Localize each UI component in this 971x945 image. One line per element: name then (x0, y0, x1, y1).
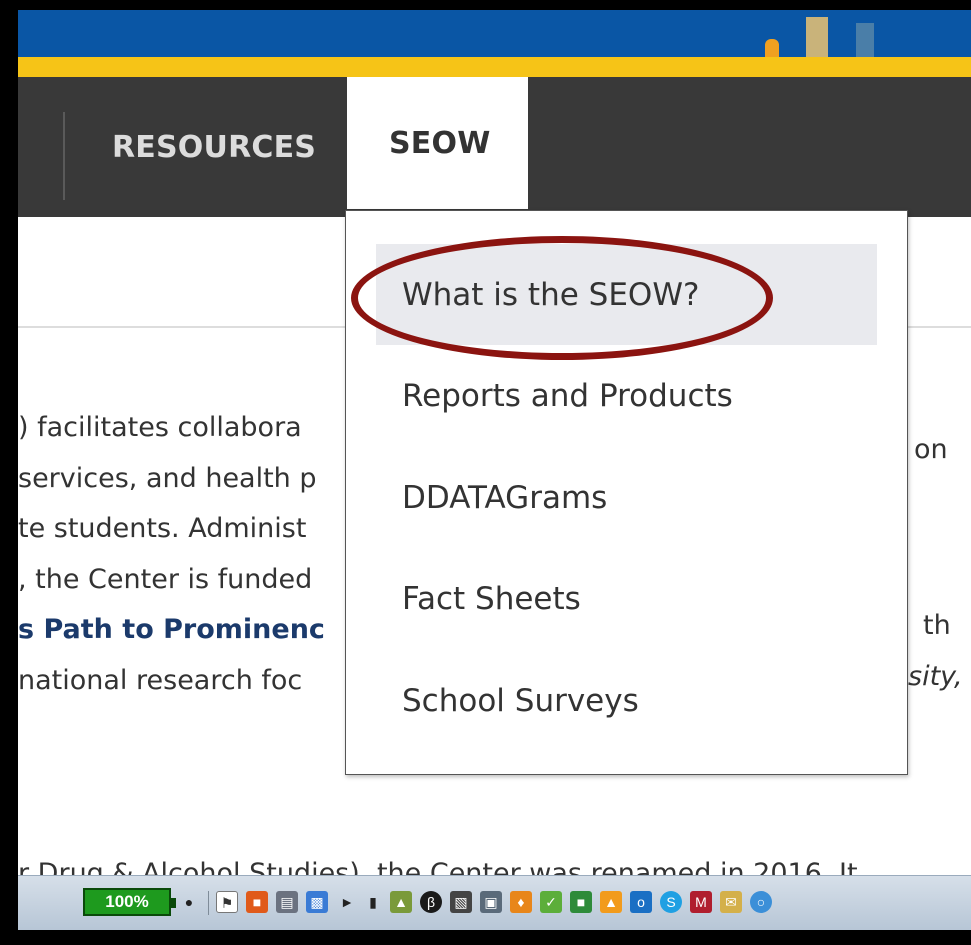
wireless-icon[interactable]: ▲ (390, 891, 412, 913)
menu-item-reports-and-products[interactable]: Reports and Products (402, 378, 733, 414)
display-icon[interactable]: ▧ (450, 891, 472, 913)
chrome-icon[interactable]: ○ (750, 891, 772, 913)
nav-item-seow[interactable]: SEOW (347, 77, 528, 209)
menu-item-ddatagrams[interactable]: DDATAGrams (402, 480, 607, 516)
main-navigation: RESOURCES SEOW (18, 77, 971, 217)
green-square-icon[interactable]: ■ (570, 891, 592, 913)
signal-icon[interactable]: ▮ (362, 891, 384, 913)
volume-icon[interactable]: ► (336, 891, 358, 913)
menu-item-fact-sheets[interactable]: Fact Sheets (402, 581, 581, 617)
bluetooth-icon[interactable]: β (420, 891, 442, 913)
banner-decoration-orange (765, 39, 779, 57)
flag-icon[interactable]: ⚑ (216, 891, 238, 913)
outlook-icon[interactable]: o (630, 891, 652, 913)
nav-item-resources[interactable]: RESOURCES (112, 77, 316, 217)
paragraph-fragment: sity, (908, 661, 963, 692)
header-banner (18, 10, 971, 57)
mail-icon[interactable]: ✉ (720, 891, 742, 913)
menu-item-school-surveys[interactable]: School Surveys (402, 683, 639, 719)
plug-icon[interactable]: ● (178, 891, 200, 913)
paragraph-fragment: th (923, 610, 951, 641)
lock-icon[interactable]: ▣ (480, 891, 502, 913)
nav-divider (63, 112, 65, 200)
banner-decoration-steel (856, 23, 874, 57)
browser-viewport: RESOURCES SEOW ) facilitates collabora s… (18, 10, 971, 930)
battery-indicator[interactable]: 100% (83, 888, 176, 916)
tray-separator (208, 891, 209, 915)
windows-icon[interactable]: ■ (246, 891, 268, 913)
skype-icon[interactable]: S (660, 891, 682, 913)
banner-decoration-tan (806, 17, 828, 57)
network-adapter-icon[interactable]: ▤ (276, 891, 298, 913)
orange-app-icon[interactable]: ♦ (510, 891, 532, 913)
keyboard-icon[interactable]: ▩ (306, 891, 328, 913)
highlight-circle-annotation (351, 236, 773, 360)
folder-icon[interactable]: ▲ (600, 891, 622, 913)
paragraph-fragment: on (914, 434, 948, 465)
mcafee-icon[interactable]: M (690, 891, 712, 913)
header-gold-strip (18, 57, 971, 77)
windows-taskbar: 100% ● ⚑ ■ ▤ ▩ ► ▮ ▲ β ▧ ▣ ♦ ✓ ■ ▲ o S M… (18, 875, 971, 930)
green-app-icon[interactable]: ✓ (540, 891, 562, 913)
